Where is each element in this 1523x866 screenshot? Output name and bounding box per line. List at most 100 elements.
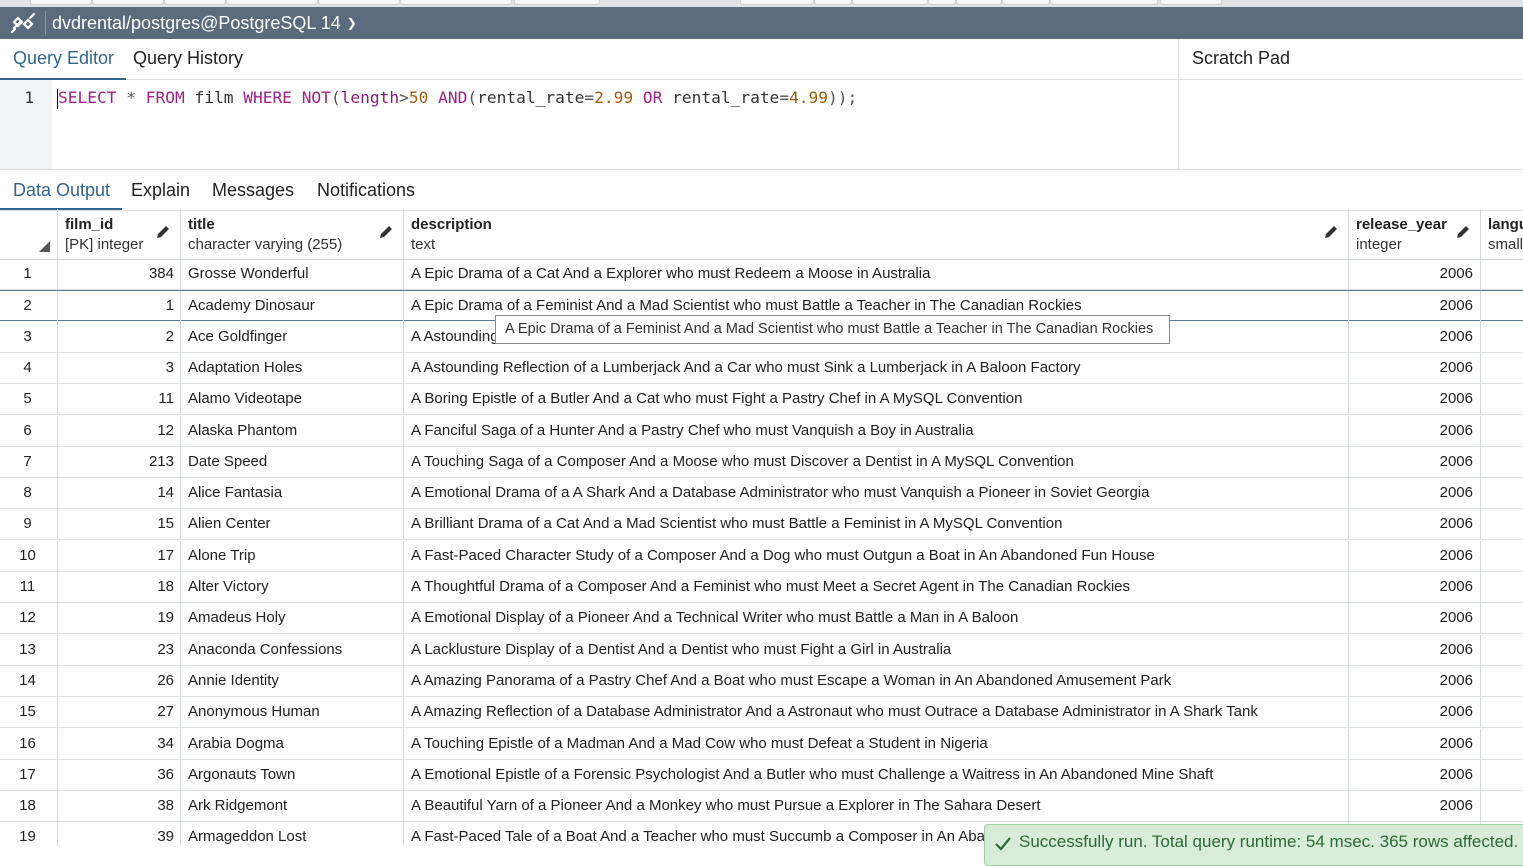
cell-description[interactable]: A Boring Epistle of a Butler And a Cat w… bbox=[404, 384, 1349, 416]
top-tab[interactable] bbox=[956, 0, 1002, 5]
row-number[interactable]: 13 bbox=[0, 634, 58, 666]
table-row[interactable]: 12 19 Amadeus Holy A Emotional Display of a… bbox=[0, 603, 1523, 635]
cell-title[interactable]: Armageddon Lost bbox=[181, 822, 404, 846]
cell-language[interactable] bbox=[1481, 509, 1523, 540]
cell-release-year[interactable]: 2006 bbox=[1349, 634, 1481, 666]
tab-query-history[interactable]: Query History bbox=[133, 48, 243, 69]
cell-title[interactable]: Ark Ridgemont bbox=[181, 791, 404, 823]
cell-description[interactable]: A Fast-Paced Character Study of a Compos… bbox=[404, 540, 1349, 572]
row-number[interactable]: 6 bbox=[0, 415, 58, 447]
table-row[interactable]: 4 3 Adaptation Holes A Astounding Reflectio… bbox=[0, 352, 1523, 384]
cell-release-year[interactable]: 2006 bbox=[1349, 603, 1481, 635]
cell-film-id[interactable]: 19 bbox=[58, 603, 181, 635]
cell-film-id[interactable]: 2 bbox=[58, 321, 181, 353]
cell-description[interactable]: A Emotional Epistle of a Forensic Psycho… bbox=[404, 759, 1349, 791]
cell-title[interactable]: Annie Identity bbox=[181, 665, 404, 697]
cell-release-year[interactable]: 2006 bbox=[1349, 478, 1481, 510]
cell-film-id[interactable]: 17 bbox=[58, 540, 181, 572]
cell-language[interactable] bbox=[1481, 384, 1523, 415]
cell-language[interactable] bbox=[1481, 635, 1523, 666]
cell-description[interactable]: A Emotional Display of a Pioneer And a T… bbox=[404, 603, 1349, 635]
cell-release-year[interactable]: 2006 bbox=[1349, 384, 1481, 416]
column-header-film-id[interactable]: film_id [PK] integer bbox=[58, 209, 181, 259]
cell-title[interactable]: Alaska Phantom bbox=[181, 415, 404, 447]
cell-film-id[interactable]: 34 bbox=[58, 728, 181, 760]
cell-release-year[interactable]: 2006 bbox=[1349, 509, 1481, 541]
cell-film-id[interactable]: 26 bbox=[58, 665, 181, 697]
sql-code-line[interactable]: SELECT * FROM film WHERE NOT(length>50 A… bbox=[58, 88, 857, 107]
table-row[interactable]: 7 213 Date Speed A Touching Saga of a Compo… bbox=[0, 446, 1523, 478]
cell-title[interactable]: Ace Goldfinger bbox=[181, 321, 404, 353]
cell-description[interactable]: A Brilliant Drama of a Cat And a Mad Sci… bbox=[404, 509, 1349, 541]
tab-data-output[interactable]: Data Output bbox=[0, 180, 123, 210]
cell-language[interactable] bbox=[1481, 291, 1523, 322]
row-number[interactable]: 18 bbox=[0, 791, 58, 823]
cell-title[interactable]: Alice Fantasia bbox=[181, 478, 404, 510]
cell-release-year[interactable]: 2006 bbox=[1349, 415, 1481, 447]
row-number[interactable]: 2 bbox=[0, 291, 58, 323]
table-row[interactable]: 18 38 Ark Ridgemont A Beautiful Yarn of a P… bbox=[0, 791, 1523, 823]
tab-query-editor[interactable]: Query Editor bbox=[0, 48, 127, 80]
cell-description[interactable]: A Amazing Reflection of a Database Admin… bbox=[404, 697, 1349, 729]
cell-title[interactable]: Alone Trip bbox=[181, 540, 404, 572]
cell-title[interactable]: Anaconda Confessions bbox=[181, 634, 404, 666]
cell-description[interactable]: A Beautiful Yarn of a Pioneer And a Monk… bbox=[404, 791, 1349, 823]
table-row[interactable]: 5 11 Alamo Videotape A Boring Epistle of a … bbox=[0, 384, 1523, 416]
cell-description[interactable]: A Emotional Drama of a A Shark And a Dat… bbox=[404, 478, 1349, 510]
pencil-icon[interactable] bbox=[1455, 224, 1471, 240]
cell-release-year[interactable]: 2006 bbox=[1349, 759, 1481, 791]
cell-description[interactable]: A Epic Drama of a Cat And a Explorer who… bbox=[404, 259, 1349, 290]
table-row[interactable]: 16 34 Arabia Dogma A Touching Epistle of a … bbox=[0, 728, 1523, 760]
grid-corner[interactable] bbox=[0, 209, 58, 259]
cell-release-year[interactable]: 2006 bbox=[1349, 728, 1481, 760]
cell-language[interactable] bbox=[1481, 729, 1523, 760]
scratch-pad[interactable]: Scratch Pad bbox=[1178, 39, 1523, 169]
cell-description[interactable]: A Touching Epistle of a Madman And a Mad… bbox=[404, 728, 1349, 760]
row-number[interactable]: 10 bbox=[0, 540, 58, 572]
tab-explain[interactable]: Explain bbox=[131, 180, 190, 201]
cell-film-id[interactable]: 213 bbox=[58, 446, 181, 478]
cell-title[interactable]: Date Speed bbox=[181, 446, 404, 478]
table-row[interactable]: 15 27 Anonymous Human A Amazing Reflection … bbox=[0, 697, 1523, 729]
row-number[interactable]: 19 bbox=[0, 822, 58, 846]
cell-description[interactable]: A Amazing Panorama of a Pastry Chef And … bbox=[404, 665, 1349, 697]
cell-title[interactable]: Anonymous Human bbox=[181, 697, 404, 729]
cell-title[interactable]: Adaptation Holes bbox=[181, 352, 404, 384]
data-grid[interactable]: film_id [PK] integer title character var… bbox=[0, 209, 1523, 846]
cell-film-id[interactable]: 39 bbox=[58, 822, 181, 846]
pencil-icon[interactable] bbox=[155, 224, 171, 240]
table-row[interactable]: 8 14 Alice Fantasia A Emotional Drama of a … bbox=[0, 478, 1523, 510]
cell-film-id[interactable]: 11 bbox=[58, 384, 181, 416]
pencil-icon[interactable] bbox=[1323, 224, 1339, 240]
cell-language[interactable] bbox=[1481, 541, 1523, 572]
cell-language[interactable] bbox=[1481, 666, 1523, 697]
cell-title[interactable]: Arabia Dogma bbox=[181, 728, 404, 760]
row-number[interactable]: 11 bbox=[0, 572, 58, 603]
top-tab[interactable] bbox=[1050, 0, 1158, 5]
cell-release-year[interactable]: 2006 bbox=[1349, 540, 1481, 572]
table-row[interactable]: 9 15 Alien Center A Brilliant Drama of a Ca… bbox=[0, 509, 1523, 541]
cell-film-id[interactable]: 27 bbox=[58, 697, 181, 729]
cell-film-id[interactable]: 15 bbox=[58, 509, 181, 541]
top-tab[interactable] bbox=[1002, 0, 1050, 5]
top-tab[interactable] bbox=[400, 0, 512, 5]
row-number[interactable]: 8 bbox=[0, 478, 58, 510]
row-number[interactable]: 7 bbox=[0, 446, 58, 478]
cell-release-year[interactable]: 2006 bbox=[1349, 259, 1481, 290]
top-tab[interactable] bbox=[740, 0, 814, 5]
column-header-title[interactable]: title character varying (255) bbox=[181, 209, 404, 259]
row-number[interactable]: 1 bbox=[0, 259, 58, 290]
cell-film-id[interactable]: 384 bbox=[58, 259, 181, 290]
cell-language[interactable] bbox=[1481, 572, 1523, 603]
cell-title[interactable]: Argonauts Town bbox=[181, 759, 404, 791]
cell-description[interactable]: A Fanciful Saga of a Hunter And a Pastry… bbox=[404, 415, 1349, 447]
cell-release-year[interactable]: 2006 bbox=[1349, 352, 1481, 384]
connection-icon[interactable] bbox=[8, 12, 38, 34]
cell-language[interactable] bbox=[1481, 447, 1523, 478]
cell-film-id[interactable]: 1 bbox=[58, 291, 181, 323]
cell-language[interactable] bbox=[1481, 322, 1523, 353]
cell-title[interactable]: Alien Center bbox=[181, 509, 404, 541]
cell-release-year[interactable]: 2006 bbox=[1349, 572, 1481, 603]
pencil-icon[interactable] bbox=[378, 224, 394, 240]
cell-language[interactable] bbox=[1481, 416, 1523, 447]
